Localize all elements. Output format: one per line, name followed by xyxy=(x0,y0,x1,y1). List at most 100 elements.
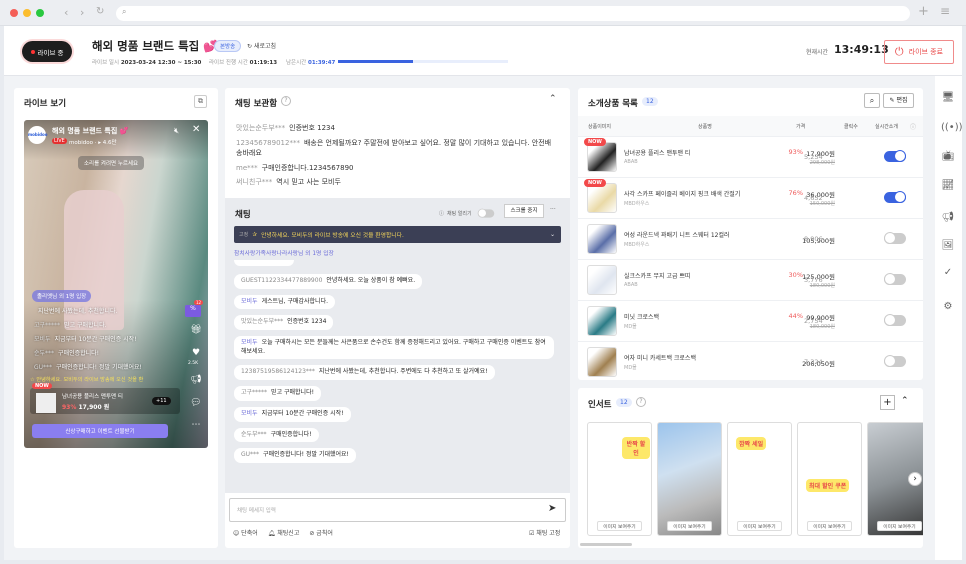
add-insert-button[interactable]: + xyxy=(880,395,895,410)
show-image-button[interactable]: 이미지 보여주기 xyxy=(737,521,782,531)
product-row[interactable]: 여성 라운드넥 꽈배기 니트 스웨터 12컬러 MBD하우스 105,900원 … xyxy=(578,218,923,259)
more-options-icon[interactable]: ··· xyxy=(550,206,556,213)
product-row[interactable]: 여자 미니 카세트백 크로스백 MD몰 206,050원 7,324 xyxy=(578,341,923,380)
show-image-button[interactable]: 이미지 보여주기 xyxy=(807,521,852,531)
chat-message[interactable]: 12387519586124123*** 지난번에 사봤는데, 추천합니다. 주변… xyxy=(234,365,495,381)
archive-message: 써니친구*** 역시 믿고 사는 모비두 xyxy=(236,177,556,188)
address-bar[interactable]: ⌕ xyxy=(116,6,910,21)
back-icon[interactable]: ‹ xyxy=(64,6,68,19)
video-title: 해외 명품 브랜드 특집 💕 xyxy=(52,127,129,135)
chat-input[interactable]: 채팅 메세지 입력 ➤ xyxy=(229,498,566,522)
search-button[interactable]: ⌕ xyxy=(864,93,880,108)
chat-message[interactable]: GU*** 구매인증합니다! 정말 기대했어요! xyxy=(234,448,356,463)
live-intro-toggle[interactable] xyxy=(884,314,906,326)
toggle-switch[interactable] xyxy=(477,208,494,218)
more-icon[interactable]: ⋯ xyxy=(189,420,203,430)
banned-words-button[interactable]: ⊘ 금칙어 xyxy=(309,528,333,537)
chat-message[interactable]: 순두부*** 구매인증합니다! xyxy=(234,427,319,443)
chat-message[interactable]: GUEST1122334477889900 안녕하세요. 오늘 상품이 참 예뻐요… xyxy=(234,274,423,289)
pinned-notice[interactable]: 고정 ✰ 안녕하세요. 모비두의 라이브 방송에 오신 것을 환영합니다. ⌄ xyxy=(234,226,561,243)
refresh-button[interactable]: ↻ 새로고침 xyxy=(247,41,276,50)
chat-user: 모비두 xyxy=(241,339,258,347)
megaphone-icon[interactable]: 📢︎ xyxy=(941,211,955,225)
channel-info: mobidoo · ▸ 4.6만 xyxy=(69,140,117,146)
popout-icon[interactable]: ⧉ xyxy=(194,95,207,108)
send-icon[interactable]: ➤ xyxy=(548,503,556,514)
pin-chat-checkbox[interactable]: ☑ 채팅 고정 xyxy=(529,528,560,537)
scroll-stop-button[interactable]: 스크롤 중지 xyxy=(504,204,544,218)
clock-label: 현재시간 xyxy=(806,49,829,56)
help-icon[interactable]: ? xyxy=(281,96,291,106)
sound-tooltip[interactable]: 소리를 켜려면 누르세요 xyxy=(78,156,145,170)
maximize-window-icon[interactable] xyxy=(36,9,44,17)
horizontal-scrollbar[interactable] xyxy=(580,543,632,546)
report-button[interactable]: 🔔︎ 채팅신고 xyxy=(268,528,300,537)
chevron-down-icon[interactable]: ⌄ xyxy=(550,232,555,238)
menu-icon[interactable]: ≡ xyxy=(940,4,950,18)
collapse-archive-icon[interactable]: ⌃ xyxy=(549,94,557,104)
pinned-label: 고정 xyxy=(239,232,249,238)
next-arrow-button[interactable]: › xyxy=(908,472,922,486)
product-discount: 30% xyxy=(788,271,803,279)
show-image-button[interactable]: 이미지 보여주기 xyxy=(877,521,922,531)
overlay-product-card[interactable]: NOW 남녀공용 플리스 맨투맨 티 93% 17,900 원 +11 xyxy=(30,383,180,414)
insert-card[interactable]: 최대 할인 쿠폰 이미지 보여주기 xyxy=(797,422,862,536)
elapsed-label: 라이브 진행 시간 xyxy=(209,60,248,66)
insert-card[interactable]: 깜짝 세일 이미지 보여주기 xyxy=(727,422,792,536)
overlay-chat-message: 순두*** 구매인증합니다! xyxy=(34,348,99,357)
chat-user: GU*** xyxy=(241,451,260,459)
product-row[interactable]: 실크스카프 무지 고급 쁘띠 ABAB 30% 125,000원 180,000… xyxy=(578,259,923,300)
like-icon[interactable]: ♥ xyxy=(189,348,203,358)
reload-icon[interactable]: ↻ xyxy=(96,6,104,17)
help-icon[interactable]: ⓘ xyxy=(910,122,916,131)
live-intro-toggle[interactable] xyxy=(884,150,906,162)
chat-message[interactable]: 모비두 지금부터 10분간 구매인증 시작! xyxy=(234,406,351,422)
chat-message[interactable]: 모비두 오늘 구매하시는 모든 분들께는 사은품으로 손수건도 함께 증정해드리고… xyxy=(234,336,554,360)
minimize-window-icon[interactable] xyxy=(23,9,31,17)
forward-icon[interactable]: › xyxy=(80,6,84,19)
insert-card[interactable]: 이미지 보여주기 xyxy=(657,422,722,536)
broadcast-icon[interactable]: ((•)) xyxy=(941,121,963,135)
chat-message[interactable]: 고구***** 믿고 구매합니다! xyxy=(234,386,321,401)
product-list-panel: 소개상품 목록 12 ⌕ ✎ 편집 상품이미지 상품명 가격 클릭수 실시간소개… xyxy=(578,88,923,380)
show-image-button[interactable]: 이미지 보여주기 xyxy=(597,521,642,531)
check-circle-icon[interactable]: ✓ xyxy=(941,266,955,280)
time-progress-fill xyxy=(338,60,413,63)
gift-icon[interactable]: 🎁︎ xyxy=(189,325,203,335)
monitor-icon[interactable]: 🖥︎ xyxy=(941,91,955,105)
product-row[interactable]: NOW 사각 스카프 페이즐리 베이지 핑크 배색 간절기 MBD하우스 76%… xyxy=(578,177,923,218)
tv-play-icon[interactable]: 📺︎ xyxy=(941,150,955,164)
product-row[interactable]: NOW 남녀공용 플리스 맨투맨 티 ABAB 93% 17,900원 298,… xyxy=(578,136,923,177)
chart-icon[interactable]: 📈︎ xyxy=(941,179,955,193)
chat-freeze-toggle[interactable]: ⓘ 채팅 얼리기 xyxy=(439,208,497,219)
chat-text: 안녕하세요. 오늘 상품이 참 예뻐요. xyxy=(326,277,416,284)
show-image-button[interactable]: 이미지 보여주기 xyxy=(667,521,712,531)
shortcut-button[interactable]: ☺ 단축어 xyxy=(233,528,258,537)
end-live-button[interactable]: ⏻ 라이브 종료 xyxy=(884,40,954,64)
insert-card[interactable]: 반짝 할인 이미지 보여주기 xyxy=(587,422,652,536)
close-window-icon[interactable] xyxy=(10,9,18,17)
chat-user: 모비두 xyxy=(241,297,258,305)
chat-user: 고구***** xyxy=(241,389,268,397)
product-row[interactable]: 미닛 크로스백 MD몰 44% 99,900원 180,000원 2,754 xyxy=(578,300,923,341)
chat-message[interactable]: 맛있는순두부*** 인증번호 1234 xyxy=(234,315,334,331)
settings-icon[interactable]: ⚙ xyxy=(941,300,955,314)
close-icon[interactable]: ✕ xyxy=(192,124,200,135)
edit-button[interactable]: ✎ 편집 xyxy=(883,93,914,108)
live-intro-toggle[interactable] xyxy=(884,355,906,367)
live-intro-toggle[interactable] xyxy=(884,191,906,203)
megaphone-icon[interactable]: 📢︎ xyxy=(189,375,203,385)
collapse-insert-icon[interactable]: ⌃ xyxy=(901,396,909,406)
image-icon[interactable]: 🖼︎ xyxy=(941,239,955,253)
live-intro-toggle[interactable] xyxy=(884,232,906,244)
more-products-count[interactable]: +11 xyxy=(152,397,171,405)
live-intro-toggle[interactable] xyxy=(884,273,906,285)
live-video[interactable]: mobidoo 해외 명품 브랜드 특집 💕 LIVE mobidoo · ▸ … xyxy=(24,120,208,448)
help-icon[interactable]: ? xyxy=(636,397,646,407)
mute-icon[interactable]: 🔇︎ xyxy=(174,126,179,136)
chat-icon[interactable]: 💬︎ xyxy=(189,398,203,408)
new-tab-icon[interactable]: + xyxy=(918,4,929,19)
coupon-icon[interactable]: % xyxy=(185,305,201,317)
chat-message[interactable]: 모비두 게스트님, 구매감사합니다. xyxy=(234,294,336,310)
event-banner[interactable]: 신상구매하고 이벤트 선물받기 xyxy=(32,424,168,438)
